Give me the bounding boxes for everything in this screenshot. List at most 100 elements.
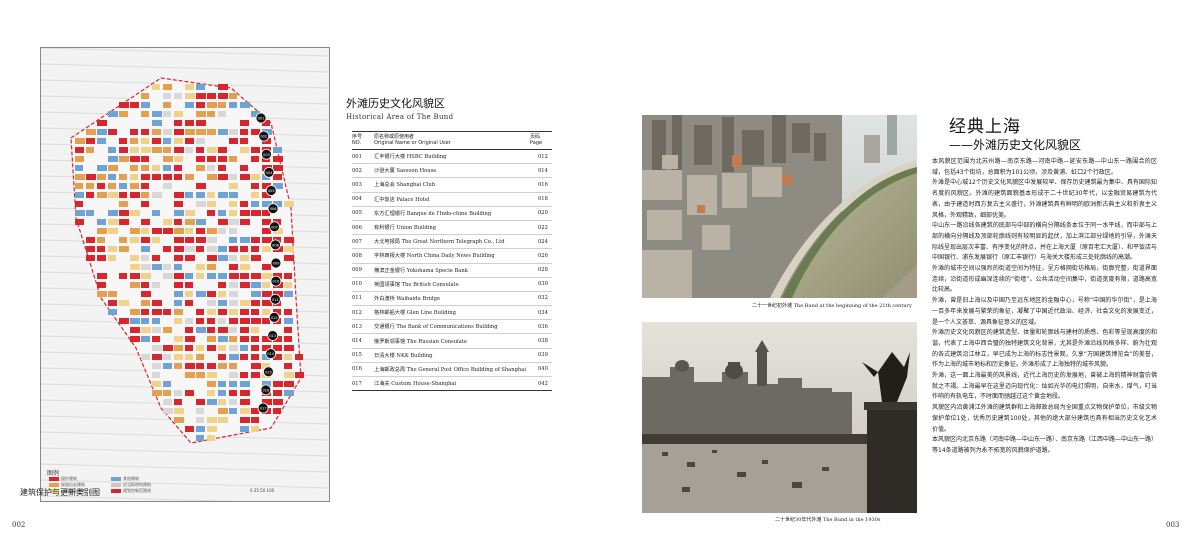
building-block (152, 147, 162, 153)
building-block (185, 120, 194, 126)
table-body: 001 汇丰银行大楼 HSBC Building 012 002 沙逊大厦 Sassoo… (352, 149, 552, 392)
page-number-right: 003 (1166, 521, 1180, 529)
building-block (207, 381, 216, 387)
building-block (240, 147, 249, 153)
subheadline: ——外滩历史文化风貌区 (949, 138, 1082, 152)
building-block (141, 111, 149, 117)
building-block (97, 228, 107, 234)
row-number: 012 (352, 305, 374, 321)
building-block (229, 300, 238, 306)
building-block (119, 210, 129, 216)
header-name: 原名称或原使用者 Original Name or Original User (374, 131, 530, 150)
building-block (97, 165, 107, 171)
building-block (108, 192, 118, 198)
header-no: 序号 NO. (352, 131, 374, 150)
building-block (218, 129, 228, 135)
building-block (240, 408, 250, 414)
map-marker-label: 016 (263, 388, 270, 392)
legend-swatch (49, 477, 59, 481)
building-block (108, 210, 118, 216)
map-title: 建筑保护与更新类别图 (20, 488, 100, 497)
building-block (251, 354, 259, 360)
building-block (229, 156, 237, 162)
building-block (152, 210, 160, 216)
building-block (163, 93, 171, 99)
map-marker: 004 (263, 166, 275, 178)
building-block (185, 219, 195, 225)
row-number: 009 (352, 263, 374, 278)
building-block (174, 201, 183, 207)
building-block (207, 318, 215, 324)
building-block (196, 147, 204, 153)
legend-swatch (111, 483, 121, 487)
article-paragraph: 中山东一路沿线各建筑的底部与中部的横向分隔线条本位于同一水平线，而中部与上部的横… (932, 222, 1158, 262)
building-block (218, 390, 226, 396)
building-block (240, 300, 250, 306)
photo-bund-1930s (642, 322, 917, 513)
building-block (229, 282, 238, 288)
photo-top-caption: 二十一世纪初外滩 The Bund at the beginning of th… (752, 303, 912, 309)
building-block (196, 417, 204, 423)
building-block (163, 129, 172, 135)
building-block (240, 282, 250, 288)
building-block (185, 363, 195, 369)
building-block (284, 390, 294, 396)
legend-label: 其他建筑 (123, 476, 139, 481)
building-block (185, 345, 193, 351)
row-number: 007 (352, 234, 374, 250)
building-block (229, 354, 239, 360)
building-block (229, 192, 238, 198)
table-row: 002 沙逊大厦 Sassoon House 014 (352, 163, 552, 179)
row-name: 江海关 Custom House-Shanghai (374, 376, 530, 392)
map-scale-label: 0 25 50 100 (250, 488, 275, 493)
building-block (163, 363, 172, 369)
building-block (108, 300, 117, 306)
article-paragraph: 本风貌区内北京东路（河南中路—中山东一路）、南京东路（江西中路—中山东一路）等1… (932, 436, 1158, 454)
map-marker-label: 009 (273, 262, 280, 266)
header-page-en: Page (530, 140, 543, 146)
building-block (196, 345, 204, 351)
building-block (152, 264, 162, 270)
building-block (163, 219, 172, 225)
building-block (163, 183, 172, 189)
table-row: 016 上海邮政总局 The General Post Office Buildi… (352, 362, 552, 378)
building-block (141, 336, 150, 342)
building-block (185, 255, 195, 261)
building-block (196, 309, 204, 315)
building-block (284, 318, 293, 324)
building-block (119, 201, 128, 207)
building-block (75, 174, 85, 180)
building-block (196, 291, 206, 297)
table-row: 003 上海总会 Shanghai Club 016 (352, 177, 552, 193)
building-block (75, 210, 85, 216)
row-name: 横滨正金银行 Yokohama Specie Bank (374, 263, 530, 278)
table-row: 006 有利银行 Union Building 022 (352, 220, 552, 236)
building-block (251, 345, 259, 351)
building-block (141, 93, 149, 99)
building-block (196, 129, 206, 135)
row-number: 008 (352, 248, 374, 264)
building-block (174, 309, 183, 315)
table-row: 012 格林邮船大楼 Glen Line Building 034 (352, 305, 552, 321)
building-block (262, 237, 272, 243)
building-block (207, 372, 217, 378)
article-paragraph: 本风貌区范围为北苏州路—南京东路—河南中路—延安东路—中山东一路围合的区域，包括… (932, 158, 1157, 176)
table-row: 009 横滨正金银行 Yokohama Specie Bank 028 (352, 263, 552, 278)
map-marker-label: 003 (263, 153, 270, 157)
building-block (108, 147, 116, 153)
building-block (262, 273, 272, 279)
building-block (240, 318, 250, 324)
building-block (174, 228, 184, 234)
building-block (174, 210, 184, 216)
map-marker: 003 (261, 148, 272, 160)
building-block (229, 381, 237, 387)
building-block (152, 390, 162, 396)
building-block (273, 147, 282, 153)
row-page: 012 (530, 149, 552, 165)
building-block (152, 354, 162, 360)
building-block (75, 192, 84, 198)
building-block (251, 336, 259, 342)
building-block (185, 210, 195, 216)
page-number-left: 002 (12, 521, 26, 529)
map-marker: 001 (255, 112, 267, 124)
